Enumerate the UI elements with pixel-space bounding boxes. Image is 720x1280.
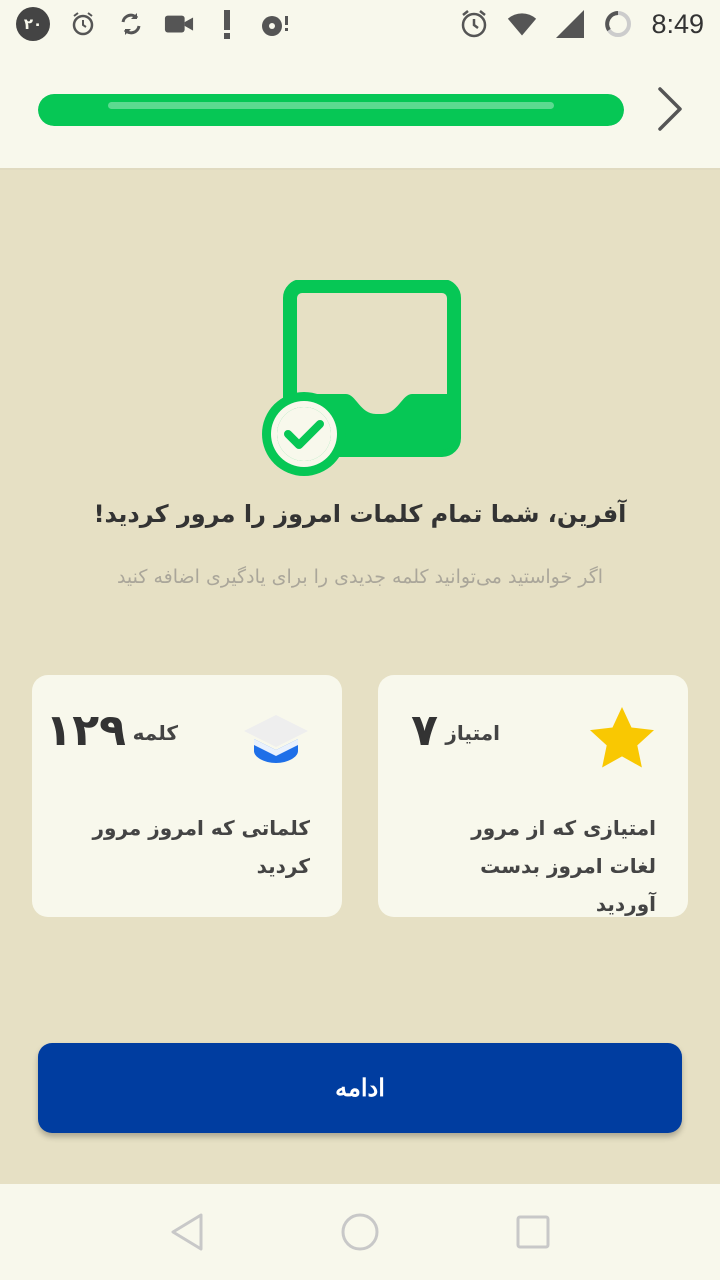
continue-button[interactable]: ادامه — [38, 1043, 682, 1133]
system-nav-bar — [0, 1184, 720, 1280]
score-description: امتیازی که از مرور لغات امروز بدست آوردی… — [471, 816, 656, 916]
words-card: کلمه ۱۲۹ کلماتی که امروز مرور کردید — [32, 675, 342, 917]
next-chevron-button[interactable] — [650, 84, 690, 134]
status-bar: ۲۰ 8:49 — [0, 0, 720, 48]
add-words-hint: اگر خواستید می‌توانید کلمه جدیدی را برای… — [116, 566, 604, 588]
nav-recents-button[interactable] — [503, 1202, 563, 1262]
graduation-cap-icon — [240, 703, 312, 775]
inbox-complete-illustration — [262, 279, 462, 480]
inbox-check-icon — [262, 279, 461, 476]
video-camera-icon — [164, 9, 194, 39]
music-disc-icon — [260, 9, 290, 39]
back-triangle-icon — [171, 1213, 203, 1251]
home-circle-icon — [341, 1213, 379, 1251]
words-description: کلماتی که امروز مرور کردید — [92, 816, 311, 878]
notification-count-badge: ۲۰ — [16, 7, 50, 41]
progress-fill — [38, 94, 624, 126]
chevron-right-icon — [658, 87, 682, 131]
score-card: امتیاز ۷ امتیازی که از مرور لغات امروز ب… — [378, 675, 688, 917]
nav-home-button[interactable] — [330, 1202, 390, 1262]
status-left-icons: ۲۰ — [16, 7, 290, 41]
recents-square-icon — [516, 1215, 550, 1249]
status-time: 8:49 — [651, 8, 704, 39]
cell-signal-icon — [555, 9, 585, 39]
wifi-icon — [507, 9, 537, 39]
progress-shine — [108, 102, 554, 109]
sync-icon — [116, 9, 146, 39]
words-label: کلمه — [132, 721, 178, 745]
alert-icon — [212, 9, 242, 39]
star-icon — [586, 703, 658, 775]
success-headline: آفرین، شما تمام کلمات امروز را مرور کردی… — [93, 500, 627, 528]
words-value: ۱۲۹ — [45, 705, 126, 756]
review-progress-bar — [38, 94, 624, 126]
score-value: ۷ — [411, 705, 438, 756]
nav-back-button[interactable] — [157, 1202, 217, 1262]
status-right-icons: 8:49 — [459, 9, 704, 40]
alarm-clock-icon — [68, 9, 98, 39]
score-label: امتیاز — [445, 721, 500, 745]
alarm-icon — [459, 9, 489, 39]
battery-ring-icon — [603, 9, 633, 39]
lesson-header — [0, 48, 720, 170]
